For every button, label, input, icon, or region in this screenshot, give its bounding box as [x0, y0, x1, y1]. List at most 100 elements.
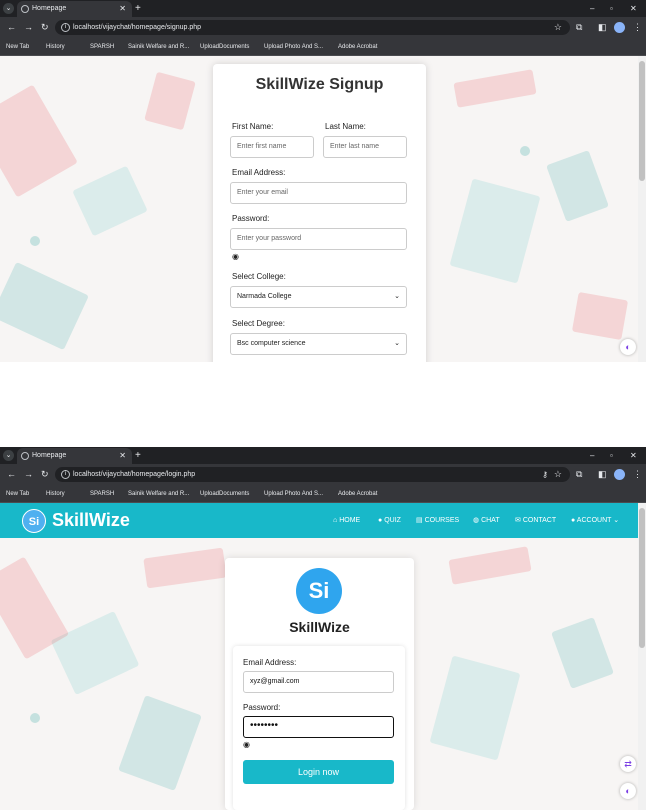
chevron-down-icon: ⌄ — [611, 517, 620, 524]
signup-title: SkillWize Signup — [255, 76, 384, 93]
degree-select[interactable]: Bsc computer science ⌄ — [230, 333, 407, 355]
navbar-logo: Si — [22, 508, 46, 533]
chevron-down-icon: ⌄ — [394, 293, 400, 300]
bookmark-new-tab[interactable]: New Tab — [6, 485, 29, 503]
bookmark-new-tab[interactable]: New Tab — [6, 38, 29, 56]
bookmark-upload-docs[interactable]: UploadDocuments — [200, 485, 249, 503]
address-bar[interactable]: i localhost/vijaychat/homepage/login.php… — [55, 467, 570, 482]
email-input[interactable]: Enter your email — [230, 182, 407, 204]
login-button[interactable]: Login now — [243, 760, 394, 784]
nav-account-label: ACCOUNT — [576, 517, 612, 524]
page-scrollbar[interactable] — [638, 56, 646, 362]
bg-book-decoration — [72, 165, 148, 237]
bookmark-sainik[interactable]: Sainik Welfare and R... — [128, 38, 189, 56]
new-tab-button[interactable]: + — [135, 0, 141, 17]
nav-contact[interactable]: ✉ CONTACT — [515, 503, 556, 538]
forward-icon[interactable]: → — [24, 17, 33, 38]
floating-assistant-icon[interactable]: ◐ — [620, 783, 636, 799]
nav-contact-label: CONTACT — [522, 517, 557, 524]
translate-icon[interactable]: ⇄ — [620, 756, 636, 772]
first-name-input[interactable]: Enter first name — [230, 136, 314, 158]
college-select[interactable]: Narmada College ⌄ — [230, 286, 407, 308]
bookmark-sainik[interactable]: Sainik Welfare and R... — [128, 485, 189, 503]
nav-chat[interactable]: ◍ CHAT — [473, 503, 500, 538]
password-input[interactable]: •••••••• — [243, 716, 394, 738]
signup-page: SkillWize Signup First Name: Last Name: … — [0, 56, 638, 362]
restore-icon[interactable]: ▫ — [610, 0, 613, 17]
close-tab-icon[interactable]: ✕ — [119, 1, 126, 17]
bookmark-adobe[interactable]: Adobe Acrobat — [338, 38, 377, 56]
back-icon[interactable]: ← — [7, 17, 16, 38]
reload-icon[interactable]: ↻ — [41, 17, 49, 38]
college-label: Select College: — [232, 272, 286, 281]
reload-icon[interactable]: ↻ — [41, 464, 49, 485]
forward-icon[interactable]: → — [24, 464, 33, 485]
close-tab-icon[interactable]: ✕ — [119, 448, 126, 464]
navbar-brand[interactable]: Si SkillWize — [22, 508, 130, 533]
url-text: localhost/vijaychat/homepage/login.php — [73, 471, 196, 478]
address-bar[interactable]: i localhost/vijaychat/homepage/signup.ph… — [55, 20, 570, 35]
extensions-icon[interactable]: ⧉ — [576, 464, 582, 485]
email-label: Email Address: — [232, 168, 286, 177]
new-tab-button[interactable]: + — [135, 447, 141, 464]
nav-courses[interactable]: ▤ COURSES — [416, 503, 459, 538]
password-key-icon[interactable]: ⚷ — [542, 467, 548, 482]
page-scrollbar[interactable] — [638, 503, 646, 810]
bookmark-adobe[interactable]: Adobe Acrobat — [338, 485, 377, 503]
email-input[interactable]: xyz@gmail.com — [243, 671, 394, 693]
restore-icon[interactable]: ▫ — [610, 447, 613, 464]
close-window-icon[interactable]: ✕ — [630, 447, 637, 464]
bookmark-sparsh[interactable]: SPARSH — [90, 485, 114, 503]
tab-title: Homepage — [32, 452, 67, 459]
show-password-eye-icon[interactable]: ◉ — [243, 740, 250, 749]
menu-kebab-icon[interactable]: ⋮ — [633, 17, 642, 38]
bg-book-decoration — [571, 291, 629, 341]
password-label: Password: — [243, 703, 281, 712]
back-icon[interactable]: ← — [7, 464, 16, 485]
menu-kebab-icon[interactable]: ⋮ — [633, 464, 642, 485]
nav-home[interactable]: ⌂ HOME — [333, 503, 360, 538]
last-name-input[interactable]: Enter last name — [323, 136, 407, 158]
tab-search-button[interactable]: ⌄ — [3, 450, 14, 461]
show-password-eye-icon[interactable]: ◉ — [232, 252, 239, 261]
minimize-icon[interactable]: – — [590, 447, 594, 464]
close-window-icon[interactable]: ✕ — [630, 0, 637, 17]
minimize-icon[interactable]: – — [590, 0, 594, 17]
scrollbar-thumb[interactable] — [639, 61, 645, 181]
bg-book-decoration — [50, 611, 140, 695]
bookmark-sparsh[interactable]: SPARSH — [90, 38, 114, 56]
bookmark-star-icon[interactable]: ☆ — [554, 467, 562, 482]
sidepanel-icon[interactable]: ◧ — [598, 464, 607, 485]
login-page: Si SkillWize Email Address: xyz@gmail.co… — [0, 503, 638, 810]
scrollbar-thumb[interactable] — [639, 508, 645, 648]
envelope-icon: ✉ — [515, 517, 523, 524]
nav-home-label: HOME — [339, 517, 361, 524]
address-toolbar: ← → ↻ i localhost/vijaychat/homepage/sig… — [0, 17, 646, 38]
tab-title: Homepage — [32, 5, 67, 12]
college-select-value: Narmada College — [237, 293, 292, 300]
profile-avatar[interactable] — [614, 22, 625, 33]
site-info-icon[interactable]: i — [61, 470, 70, 479]
profile-avatar[interactable] — [614, 469, 625, 480]
url-text: localhost/vijaychat/homepage/signup.php — [73, 24, 202, 31]
bg-dot-decoration — [30, 713, 40, 723]
globe-icon — [21, 452, 29, 460]
bookmark-upload-photo[interactable]: Upload Photo And S... — [264, 485, 323, 503]
password-input[interactable]: Enter your password — [230, 228, 407, 250]
bookmark-upload-photo[interactable]: Upload Photo And S... — [264, 38, 323, 56]
login-form: Email Address: xyz@gmail.com Password: •… — [233, 646, 405, 810]
bookmark-upload-docs[interactable]: UploadDocuments — [200, 38, 249, 56]
tab-homepage[interactable]: Homepage ✕ — [17, 1, 132, 17]
bg-book-decoration — [448, 546, 532, 585]
tab-homepage[interactable]: Homepage ✕ — [17, 448, 132, 464]
extensions-icon[interactable]: ⧉ — [576, 17, 582, 38]
bookmark-history[interactable]: History — [46, 485, 65, 503]
bookmark-history[interactable]: History — [46, 38, 65, 56]
bookmark-star-icon[interactable]: ☆ — [554, 20, 562, 35]
floating-assistant-icon[interactable]: ◐ — [620, 339, 636, 355]
nav-quiz[interactable]: ● QUIZ — [378, 503, 401, 538]
nav-account[interactable]: ● ACCOUNT ⌄ — [571, 503, 619, 538]
sidepanel-icon[interactable]: ◧ — [598, 17, 607, 38]
site-info-icon[interactable]: i — [61, 23, 70, 32]
tab-search-button[interactable]: ⌄ — [3, 3, 14, 14]
